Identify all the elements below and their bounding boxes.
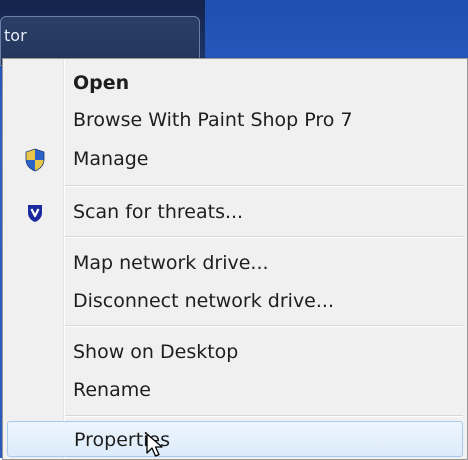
mouse-pointer-icon [146,433,163,457]
menu-item-rename[interactable]: Rename [7,372,463,408]
menu-item-disconnect-network-drive[interactable]: Disconnect network drive... [7,283,463,319]
menu-separator [65,185,463,187]
menu-item-label: Show on Desktop [73,341,239,363]
menu-item-label: Scan for threats... [73,201,244,223]
menu-item-label: Open [73,72,130,94]
menu-item-label: Browse With Paint Shop Pro 7 [73,109,353,131]
context-menu: Open Browse With Paint Shop Pro 7 Manage… [2,58,468,460]
menu-item-browse-with-paint-shop-pro[interactable]: Browse With Paint Shop Pro 7 [7,102,463,138]
uac-shield-icon [23,148,47,172]
menu-item-scan-for-threats[interactable]: Scan for threats... [7,194,463,230]
menu-item-label: Manage [73,148,149,170]
menu-item-show-on-desktop[interactable]: Show on Desktop [7,334,463,370]
menu-item-map-network-drive[interactable]: Map network drive... [7,245,463,281]
menu-separator [65,236,463,238]
menu-item-label: Disconnect network drive... [73,290,334,312]
menu-separator [65,415,463,417]
antivirus-shield-icon [23,201,47,225]
menu-item-label: Rename [73,379,151,401]
background-window: tor [0,0,205,66]
menu-item-properties[interactable]: Properties [7,421,463,457]
menu-item-label: Map network drive... [73,252,269,274]
background-window-label: tor [4,26,27,45]
menu-separator [65,325,463,327]
menu-item-manage[interactable]: Manage [7,141,463,177]
menu-item-open[interactable]: Open [7,65,463,101]
